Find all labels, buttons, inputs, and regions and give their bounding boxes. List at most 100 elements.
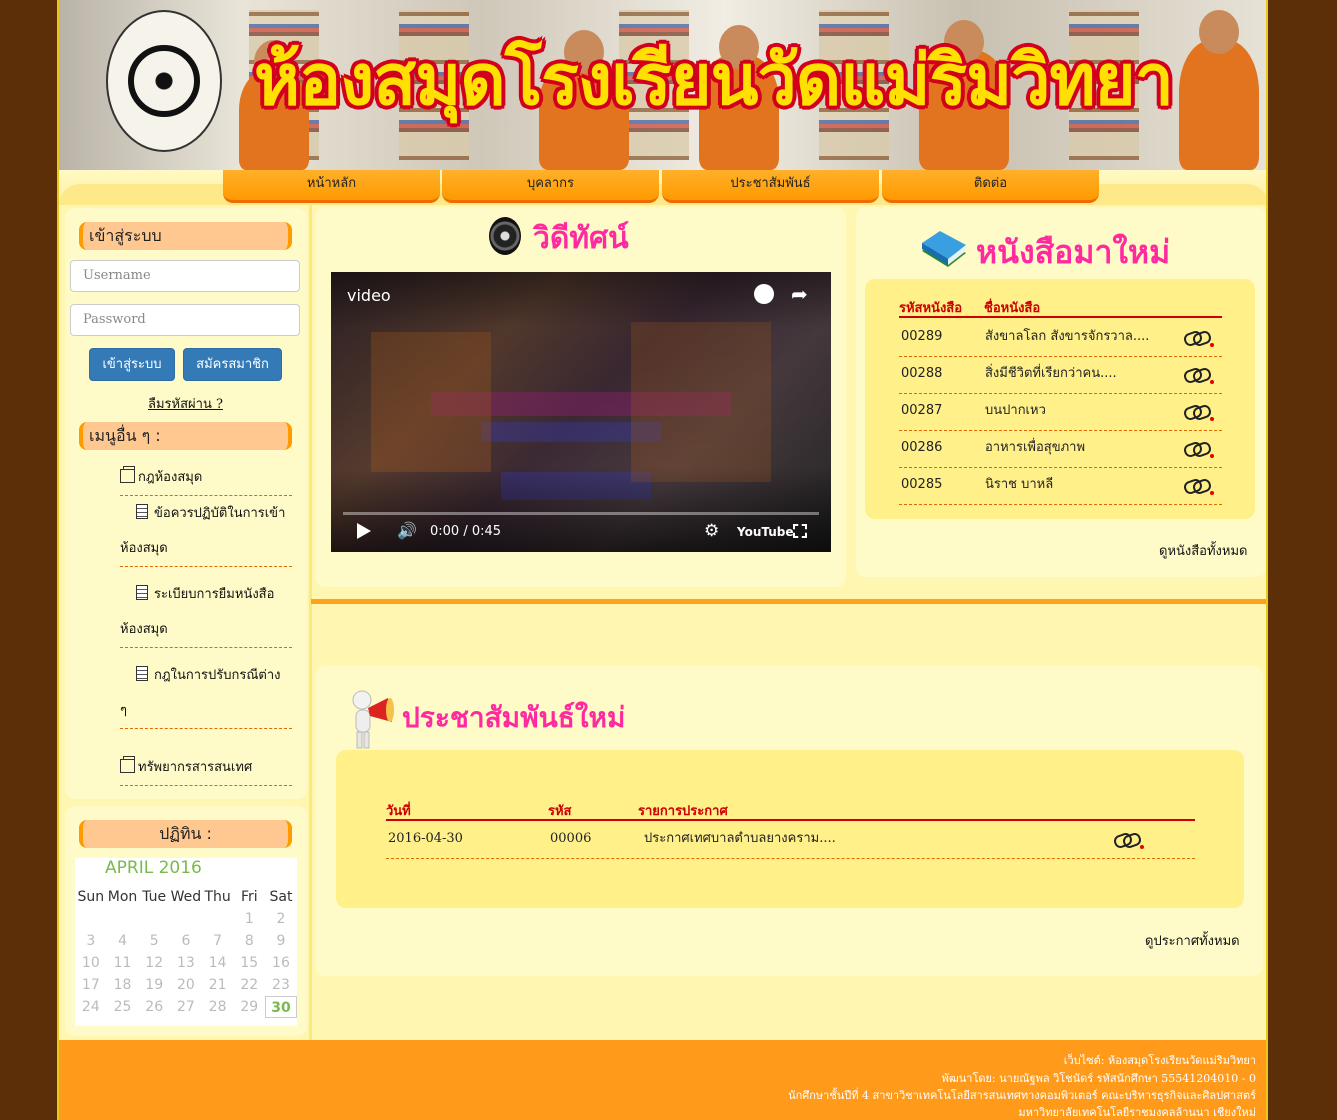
youtube-logo[interactable]: YouTube [737,525,794,539]
calendar-day[interactable]: 15 [233,952,265,974]
news-date: 2016-04-30 [388,831,463,846]
calendar-day[interactable]: 4 [107,930,139,952]
link-icon[interactable] [1184,479,1214,495]
calendar-day[interactable]: 19 [138,974,170,996]
link-icon[interactable] [1184,368,1214,384]
password-input[interactable]: Password [70,304,300,336]
calendar-day[interactable]: 3 [75,930,107,952]
footer-line: เว็บไซต์: ห้องสมุดโรงเรียนวัดแม่ริมวิทยา [1063,1054,1256,1067]
book-title: สิ่งมีชีวิตที่เรียกว่าคน.... [985,366,1117,381]
calendar-heading: ปฏิทิน : [79,820,292,848]
menu-item-fine-rules[interactable]: กฎในการปรับกรณีต่าง ๆ [120,658,292,729]
calendar-day[interactable]: 1 [233,908,265,930]
video-time: 0:00 / 0:45 [430,524,502,539]
calendar-day[interactable]: 24 [75,996,107,1018]
register-button[interactable]: สมัครสมาชิก [183,348,282,381]
link-icon[interactable] [1184,331,1214,347]
document-icon [136,504,148,519]
book-code: 00286 [901,440,943,455]
calendar-day[interactable]: 23 [265,974,297,996]
login-button[interactable]: เข้าสู่ระบบ [89,348,175,381]
sidebar: เข้าสู่ระบบ Username Password เข้าสู่ระบ… [65,208,307,799]
folder-icon [120,756,135,773]
footer-line: นักศึกษาชั้นปีที่ 4 สาขาวิชาเทคโนโลยีสาร… [788,1089,1256,1102]
calendar-day[interactable]: 21 [202,974,234,996]
folder-icon [120,466,135,483]
fullscreen-icon[interactable] [793,524,807,538]
play-icon[interactable] [357,523,371,539]
calendar: APRIL 2016 Sun Mon Tue Wed Thu Fri Sat 1 2 3 4 5 6 7 8… [75,858,297,1026]
calendar-day[interactable]: 27 [170,996,202,1018]
book-row: 00285 นิราช บาหลี [899,467,1222,505]
menu-item-information-resources[interactable]: ทรัพยากรสารสนเทศ [120,750,292,786]
calendar-weekday: Sat [269,889,293,905]
nav-contact[interactable]: ติดต่อ [882,170,1099,203]
calendar-day[interactable]: 30 [265,996,297,1018]
document-icon [136,666,148,681]
calendar-day[interactable]: 16 [265,952,297,974]
calendar-day[interactable]: 29 [233,996,265,1018]
calendar-panel: ปฏิทิน : APRIL 2016 Sun Mon Tue Wed Thu Fri Sa… [65,806,307,1036]
video-progress-bar[interactable] [343,512,819,515]
calendar-day[interactable]: 25 [107,996,139,1018]
calendar-day[interactable]: 11 [107,952,139,974]
calendar-day[interactable]: 13 [170,952,202,974]
calendar-day[interactable]: 8 [233,930,265,952]
school-logo [106,10,222,152]
book-row: 00288 สิ่งมีชีวิตที่เรียกว่าคน.... [899,356,1222,394]
calendar-day[interactable]: 12 [138,952,170,974]
calendar-day[interactable]: 22 [233,974,265,996]
volume-icon[interactable]: 🔊 [397,521,417,540]
calendar-weekday: Tue [142,889,167,905]
book-code: 00289 [901,329,943,344]
video-heading: วิดีทัศน์ [533,221,629,256]
section-divider [311,599,1266,604]
calendar-day[interactable]: 10 [75,952,107,974]
video-player[interactable]: video ➦ 🔊 0:00 / 0:45 ⚙ YouTube [331,272,831,552]
settings-icon[interactable]: ⚙ [704,521,719,541]
document-icon [136,585,148,600]
calendar-day[interactable]: 7 [202,930,234,952]
calendar-day[interactable]: 28 [202,996,234,1018]
column-header-announcement: รายการประกาศ [638,804,728,819]
username-input[interactable]: Username [70,260,300,292]
share-icon[interactable]: ➦ [791,282,808,306]
calendar-day[interactable]: 20 [170,974,202,996]
nav-home[interactable]: หน้าหลัก [223,170,440,203]
calendar-weekday: Mon [107,889,138,905]
news-title: ประกาศเทศบาลตำบลยางคราม.... [644,831,836,846]
forgot-password-link[interactable]: ลืมรหัสผ่าน ? [148,393,223,414]
column-header-title: ชื่อหนังสือ [984,301,1041,316]
book-code: 00285 [901,477,943,492]
calendar-day[interactable]: 5 [138,930,170,952]
menu-item-borrowing-rules[interactable]: ระเบียบการยืมหนังสือ ห้องสมุด [120,577,292,648]
footer-line: พัฒนาโดย: นายณัฐพล วิโชนัดร์ รหัสนักศึกษ… [941,1072,1256,1085]
video-label: video [347,286,391,305]
column-header-code: รหัสหนังสือ [899,301,963,316]
menu-item-library-rules[interactable]: กฎห้องสมุด [120,460,292,496]
calendar-weekday: Sun [77,889,105,905]
calendar-day[interactable]: 17 [75,974,107,996]
calendar-day[interactable]: 2 [265,908,297,930]
calendar-day[interactable]: 6 [170,930,202,952]
link-icon[interactable] [1184,442,1214,458]
see-all-books-link[interactable]: ดูหนังสือทั้งหมด [1159,540,1248,561]
calendar-day[interactable]: 18 [107,974,139,996]
nav-staff[interactable]: บุคลากร [442,170,659,203]
calendar-weekday: Wed [170,889,202,905]
calendar-day[interactable]: 14 [202,952,234,974]
film-reel-icon [489,217,521,255]
megaphone-icon [352,690,394,749]
nav-news[interactable]: ประชาสัมพันธ์ [662,170,879,203]
calendar-day [170,908,202,930]
book-row: 00286 อาหารเพื่อสุขภาพ [899,430,1222,468]
see-all-news-link[interactable]: ดูประกาศทั้งหมด [1145,930,1240,951]
calendar-day[interactable]: 9 [265,930,297,952]
calendar-day[interactable]: 26 [138,996,170,1018]
watch-later-icon[interactable] [754,284,774,304]
calendar-day [202,908,234,930]
link-icon[interactable] [1114,833,1144,849]
link-icon[interactable] [1184,405,1214,421]
footer-line: มหาวิทยาลัยเทคโนโลยีราชมงคลล้านนา เชียงใ… [1018,1106,1256,1119]
menu-item-library-conduct[interactable]: ข้อควรปฏิบัติในการเข้า ห้องสมุด [120,496,292,567]
